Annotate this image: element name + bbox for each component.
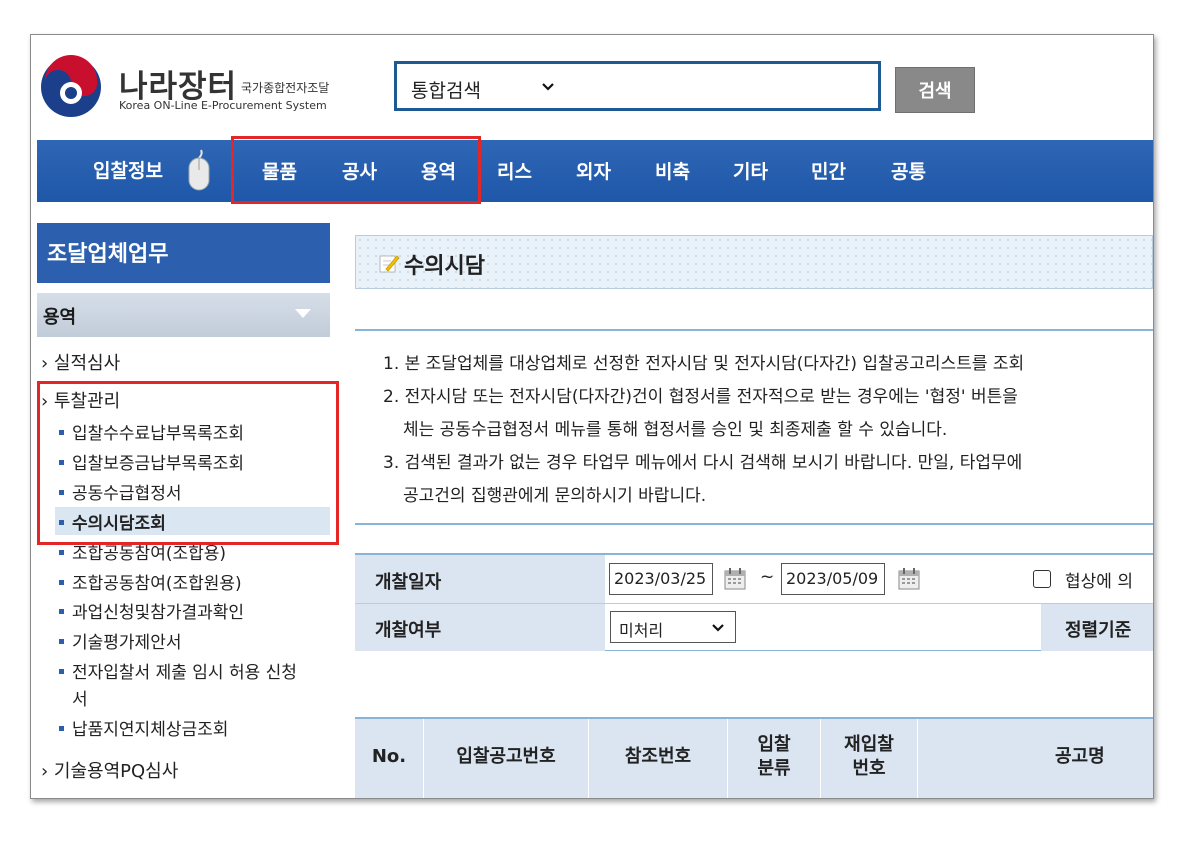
sidebar-item-bid-management[interactable]: › 투찰관리: [41, 387, 120, 413]
col-notice-name: 공고명: [1055, 746, 1105, 767]
notice-line-3b: 공고건의 집행관에게 문의하시기 바랍니다.: [403, 486, 707, 506]
bullet-icon: [59, 639, 64, 644]
bullet-icon: [59, 490, 64, 495]
sidebar-section[interactable]: 용역: [37, 293, 330, 337]
results-table-header: No. 입찰공고번호 참조번호 입찰 분류 재입찰 번호 공고명: [355, 717, 1153, 798]
nav-item-common[interactable]: 공통: [891, 157, 926, 184]
negotiation-checkbox[interactable]: [1033, 570, 1051, 588]
page-title-bar: 수의시담: [355, 235, 1153, 289]
nav-item-construction[interactable]: 공사: [342, 157, 377, 184]
memo-pencil-icon: [379, 255, 400, 273]
caret-down-icon[interactable]: [295, 309, 311, 318]
sidebar-item-union-member-joint[interactable]: 조합공동참여(조합원용): [59, 569, 242, 594]
col-bid-type: 입찰 분류: [757, 734, 791, 779]
bullet-icon: [59, 520, 64, 525]
open-date-label: 개찰일자: [375, 572, 442, 593]
sidebar-item-tech-proposal[interactable]: 기술평가제안서: [59, 628, 181, 653]
search-form: 개찰일자 2023/03/25 ~ 2023/05/09 협상에 의 개찰여부 …: [355, 553, 1153, 651]
search-button[interactable]: 검색: [895, 67, 975, 113]
calendar-icon[interactable]: [723, 567, 747, 591]
sidebar-item-deposit-payment[interactable]: 입찰보증금납부목록조회: [59, 449, 244, 474]
col-divider: [917, 719, 918, 798]
bullet-icon: [59, 669, 64, 674]
sidebar-item-temp-permit-wrap[interactable]: 서: [72, 685, 88, 710]
sidebar-item-negotiation-inquiry[interactable]: 수의시담조회: [59, 509, 166, 534]
nav-item-service[interactable]: 용역: [421, 157, 456, 184]
sidebar-item-fee-payment[interactable]: 입찰수수료납부목록조회: [59, 419, 244, 444]
bullet-icon: [59, 460, 64, 465]
nav-item-foreign[interactable]: 외자: [576, 157, 611, 184]
bullet-icon: [59, 580, 64, 585]
logo-english: Korea ON-Line E-Procurement System: [119, 99, 327, 112]
col-no: No.: [371, 746, 407, 767]
sort-label: 정렬기준: [1065, 620, 1132, 641]
bullet-icon: [59, 726, 64, 731]
negotiation-label: 협상에 의: [1065, 572, 1133, 592]
sidebar-item-pq-review[interactable]: › 기술용역PQ심사: [41, 757, 178, 783]
form-row-divider: [355, 603, 1153, 604]
notice-line-2b: 체는 공동수급협정서 메뉴를 통해 협정서를 승인 및 최종제출 할 수 있습니…: [403, 420, 948, 440]
mouse-icon: [188, 149, 210, 191]
sidebar-item-delay-penalty[interactable]: 납품지연지체상금조회: [59, 715, 228, 740]
notice-line-2: 2. 전자시담 또는 전자시담(다자간)건이 협정서를 전자적으로 받는 경우에…: [383, 387, 1018, 407]
open-status-select[interactable]: 미처리: [610, 611, 736, 643]
col-reference-number: 참조번호: [624, 746, 692, 767]
logo-subtitle: 국가종합전자조달: [241, 81, 330, 95]
browser-frame: 나라장터 국가종합전자조달 Korea ON-Line E-Procuremen…: [30, 34, 1154, 799]
nav-item-stockpile[interactable]: 비축: [655, 157, 690, 184]
col-notice-number: 입찰공고번호: [456, 746, 556, 767]
search-box[interactable]: 통합검색: [394, 61, 881, 111]
search-scope-select[interactable]: 통합검색: [411, 76, 481, 103]
notice-line-1: 1. 본 조달업체를 대상업체로 선정한 전자시담 및 전자시담(다자간) 입찰…: [383, 354, 1025, 374]
notice-line-3: 3. 검색된 결과가 없는 경우 타업무 메뉴에서 다시 검색해 보시기 바랍니…: [383, 453, 1023, 473]
nav-item-other[interactable]: 기타: [733, 157, 768, 184]
sidebar-item-joint-agreement[interactable]: 공동수급협정서: [59, 479, 181, 504]
open-status-label: 개찰여부: [375, 620, 442, 641]
nav-item-private[interactable]: 민간: [811, 157, 846, 184]
page-title: 수의시담: [404, 254, 485, 279]
chevron-down-icon[interactable]: [541, 80, 555, 94]
sidebar-item-union-joint[interactable]: 조합공동참여(조합용): [59, 539, 226, 564]
sidebar-item-performance-review[interactable]: › 실적심사: [41, 349, 120, 375]
nav-bid-info[interactable]: 입찰정보: [93, 156, 163, 183]
date-range-tilde: ~: [760, 567, 775, 587]
nav-item-lease[interactable]: 리스: [497, 157, 532, 184]
date-from-input[interactable]: 2023/03/25: [609, 563, 713, 595]
chevron-down-icon[interactable]: [711, 621, 725, 635]
sidebar-item-task-application[interactable]: 과업신청및참가결과확인: [59, 598, 244, 623]
date-to-input[interactable]: 2023/05/09: [781, 563, 885, 595]
sidebar-title: 조달업체업무: [37, 223, 330, 283]
main-nav: 입찰정보 물품 공사 용역 리스 외자 비축 기타 민간 공통: [37, 140, 1153, 202]
notice-box: 1. 본 조달업체를 대상업체로 선정한 전자시담 및 전자시담(다자간) 입찰…: [355, 329, 1153, 525]
sidebar-item-temp-permit[interactable]: 전자입찰서 제출 임시 허용 신청: [59, 658, 297, 683]
bullet-icon: [59, 550, 64, 555]
calendar-icon[interactable]: [897, 567, 921, 591]
col-rebid-number: 재입찰 번호: [844, 734, 894, 779]
nav-item-goods[interactable]: 물품: [262, 157, 297, 184]
taegeuk-logo-icon: [41, 55, 101, 117]
bullet-icon: [59, 430, 64, 435]
bullet-icon: [59, 609, 64, 614]
